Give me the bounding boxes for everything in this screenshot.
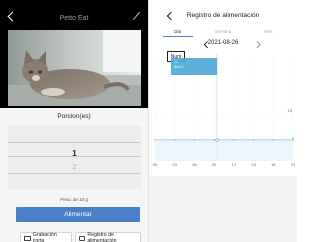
recording-icon [24, 235, 31, 241]
y-max-label: 15 [288, 108, 293, 113]
feeding-log-icon [79, 235, 86, 241]
data-point [213, 139, 215, 141]
camera-header: Petto Eat [0, 0, 148, 108]
picker-selected-value[interactable]: 1 [8, 149, 141, 158]
camera-feed-image [8, 30, 141, 106]
data-point [292, 139, 294, 141]
feeding-log-label: Registro de alimentación [87, 232, 117, 242]
tooltip-line-2: Num:0 [174, 65, 184, 69]
data-point [252, 139, 255, 141]
device-title: Petto Eat [59, 15, 89, 22]
portion-weight: Peso: de 10 g [60, 197, 88, 202]
portion-label: Porcion(es) [57, 113, 91, 120]
data-point [154, 139, 156, 141]
data-point [174, 139, 176, 141]
active-tab-underline [163, 35, 193, 37]
data-point [233, 139, 235, 141]
tab-month[interactable]: Mes [246, 27, 291, 36]
portion-picker[interactable]: 1 2 [8, 126, 141, 189]
picker-line-top [8, 142, 141, 143]
data-point [272, 139, 274, 141]
feeding-log-tab[interactable]: Registro de alimentación [75, 232, 141, 242]
short-recording-tab[interactable]: Grabación corta [20, 232, 72, 242]
feeder-screen: Petto Eat Porcion(es) 1 2 Peso: de 10 g … [0, 0, 148, 242]
cat-on-sofa-illustration [8, 30, 141, 106]
page-title: Registro de alimentación [186, 12, 260, 19]
x-tick-label: 21 [291, 162, 296, 167]
chart-tooltip: 0:0 Num:0 [171, 58, 217, 75]
series-line [155, 137, 294, 141]
feed-button[interactable]: Alimentar [16, 207, 140, 222]
x-tick-label: 18 [271, 162, 276, 167]
short-recording-label: Grabación corta [32, 232, 57, 242]
tab-week[interactable]: Semana [200, 27, 245, 36]
x-tick-label: 12 [232, 162, 237, 167]
empty-records-area [149, 176, 297, 242]
series-area [155, 137, 293, 160]
picker-next-value[interactable]: 2 [8, 164, 141, 171]
x-tick-label: 09 [212, 162, 217, 167]
x-tick-label: 15 [251, 162, 256, 167]
x-tick-label: 06 [192, 162, 197, 167]
data-point [193, 139, 196, 141]
x-tick-label: 03 [172, 162, 177, 167]
x-tick-label: 00 [153, 162, 158, 167]
feeding-log-screen: Registro de alimentación Día Semana Mes … [149, 0, 297, 242]
cursor-point [215, 138, 219, 142]
picker-line-bottom [8, 173, 141, 174]
